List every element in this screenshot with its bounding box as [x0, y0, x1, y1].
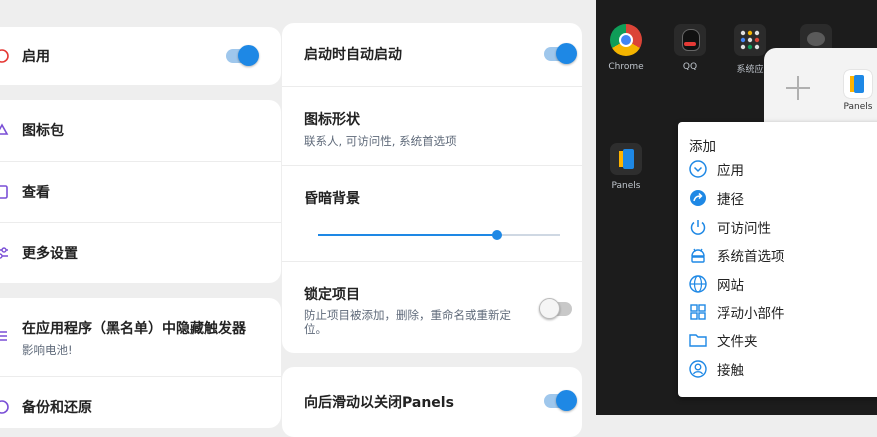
chevron-circle-icon: [689, 160, 707, 178]
enable-label: 启用: [22, 49, 50, 65]
dim-background-slider[interactable]: [318, 230, 560, 240]
palette-icon: [0, 123, 9, 135]
add-menu-title: 添加: [689, 139, 716, 155]
apps-grid-icon: [734, 24, 766, 56]
more-settings-label: 更多设置: [22, 246, 78, 262]
left-advanced-card: 在应用程序（黑名单）中隐藏触发器 影响电池! 备份和还原: [0, 298, 281, 428]
icon-pack-label: 图标包: [22, 123, 64, 139]
dim-slider-fill: [318, 234, 498, 236]
lock-items-label: 锁定项目: [304, 287, 360, 303]
shortcut-arrow-icon: [690, 190, 706, 206]
qq-icon: [674, 24, 706, 56]
icon-shape-sub: 联系人, 可访问性, 系统首选项: [304, 134, 457, 148]
auto-start-row[interactable]: 启动时自动启动: [282, 23, 582, 85]
chrome-icon: [610, 24, 642, 56]
tray-label: Panels: [843, 102, 873, 112]
dim-background-row: 昏暗背景: [282, 166, 582, 261]
swipe-back-row[interactable]: 向后滑动以关闭Panels: [282, 367, 582, 431]
backup-icon: [0, 400, 9, 414]
add-menu: 添加 应用 捷径 可访问性 系统首选项 网站 浮动小部件 文件夹 接触: [678, 122, 877, 397]
swipe-back-label: 向后滑动以关闭Panels: [304, 395, 454, 411]
contact-icon: [689, 360, 707, 378]
dim-slider-thumb[interactable]: [492, 230, 503, 240]
icon-shape-label: 图标形状: [304, 112, 360, 128]
view-icon: [0, 185, 8, 199]
app-qq[interactable]: QQ: [670, 24, 710, 72]
folder-icon: [689, 334, 707, 347]
enable-toggle[interactable]: [226, 45, 259, 66]
power-circle-icon: [0, 49, 9, 63]
app-panels[interactable]: Panels: [606, 143, 646, 191]
icon-shape-row[interactable]: 图标形状 联系人, 可访问性, 系统首选项: [282, 87, 582, 165]
lock-items-toggle[interactable]: [539, 298, 572, 319]
menu-item-system-prefs[interactable]: 系统首选项: [688, 245, 785, 265]
add-icon[interactable]: [786, 76, 810, 100]
hide-trigger-icon: [0, 331, 7, 341]
hide-blacklist-label: 在应用程序（黑名单）中隐藏触发器: [22, 321, 246, 337]
app-label: Panels: [611, 181, 641, 191]
swipe-card: 向后滑动以关闭Panels: [282, 367, 582, 437]
backup-restore-label: 备份和还原: [22, 400, 92, 416]
swipe-back-toggle[interactable]: [544, 390, 577, 411]
hide-blacklist-row[interactable]: 在应用程序（黑名单）中隐藏触发器 影响电池!: [0, 298, 281, 374]
panels-icon: [844, 70, 872, 98]
backup-restore-row[interactable]: 备份和还原: [0, 377, 281, 437]
panels-preview: Chrome QQ 系统应 Panels Panels 添加 应用 捷径 可访问…: [596, 0, 877, 415]
menu-item-app[interactable]: 应用: [688, 159, 744, 179]
dim-background-label: 昏暗背景: [304, 191, 360, 207]
view-row[interactable]: 查看: [0, 162, 281, 222]
menu-item-folder[interactable]: 文件夹: [688, 330, 758, 350]
more-settings-row[interactable]: 更多设置: [0, 223, 281, 283]
app-chrome[interactable]: Chrome: [606, 24, 646, 72]
globe-icon: [689, 275, 707, 293]
left-menu-card: 图标包 查看 更多设置: [0, 100, 281, 283]
icon-pack-row[interactable]: 图标包: [0, 100, 281, 160]
widgets-icon: [690, 304, 706, 320]
view-label: 查看: [22, 185, 50, 201]
hide-blacklist-sub: 影响电池!: [22, 343, 73, 357]
menu-item-shortcut[interactable]: 捷径: [688, 188, 744, 208]
auto-start-label: 启动时自动启动: [304, 47, 402, 63]
menu-item-floating-widget[interactable]: 浮动小部件: [688, 302, 785, 322]
lock-items-sub: 防止项目被添加，删除，重命名或重新定位。: [304, 308, 511, 336]
menu-item-website[interactable]: 网站: [688, 274, 744, 294]
app-label: Chrome: [608, 62, 644, 72]
tray-panels-item[interactable]: Panels: [838, 70, 877, 112]
panels-app-icon: [610, 143, 642, 175]
enable-card: 启用: [0, 27, 281, 85]
settings-card: 启动时自动启动 图标形状 联系人, 可访问性, 系统首选项 昏暗背景 锁定项目 …: [282, 23, 582, 353]
android-icon: [691, 248, 705, 263]
power-icon: [690, 220, 706, 235]
menu-item-contact[interactable]: 接触: [688, 359, 744, 379]
settings-sliders-icon: [0, 247, 8, 259]
auto-start-toggle[interactable]: [544, 43, 577, 64]
lock-items-row[interactable]: 锁定项目 防止项目被添加，删除，重命名或重新定位。: [282, 262, 582, 353]
app-label: QQ: [682, 62, 698, 72]
enable-row[interactable]: 启用: [0, 27, 281, 85]
menu-item-accessibility[interactable]: 可访问性: [688, 217, 771, 237]
